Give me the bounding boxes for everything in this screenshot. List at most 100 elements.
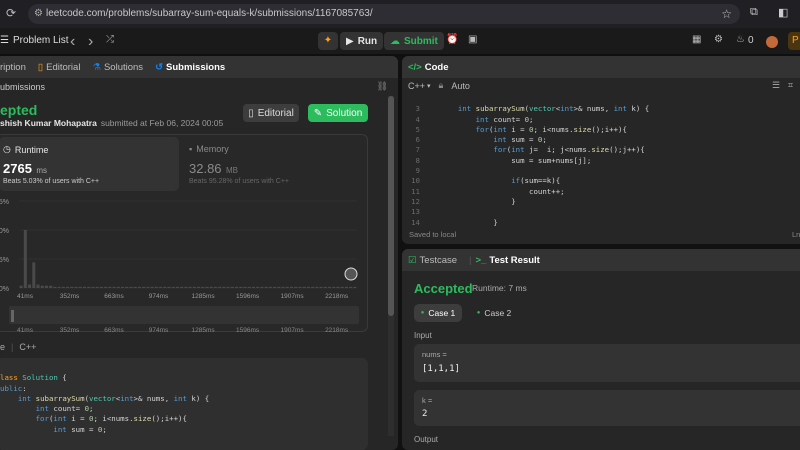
tab-testcase[interactable]: ☑ Testcase	[408, 255, 457, 266]
next-problem-icon[interactable]: ›	[88, 33, 93, 51]
code-editor[interactable]: 3 int subarraySum(vector<int>& nums, int…	[402, 94, 798, 226]
chart-bar	[137, 286, 141, 288]
test-panel: ☑ Testcase | >_ Test Result Accepted Runti…	[402, 249, 800, 450]
avatar[interactable]	[766, 36, 778, 48]
x-tick-label: 352ms	[60, 327, 80, 333]
chart-bar	[125, 286, 129, 288]
sidepanel-icon[interactable]: ◧	[778, 6, 788, 19]
bookmark-star-icon[interactable]: ☆	[721, 4, 732, 24]
status-title: epted	[0, 102, 38, 118]
chart-bar	[44, 285, 48, 288]
site-settings-icon[interactable]: ⚙	[34, 4, 43, 24]
editor-line-14: 14 }	[411, 217, 498, 227]
chart-bar	[53, 286, 57, 288]
submit-button[interactable]: ☁ Submit	[384, 32, 444, 50]
leetcode-topbar: ☰ Problem List ‹ › ⤮ ✦ ▶ Run ☁ Submit ⏰ ▣ ▦…	[0, 28, 800, 54]
code-line-1: lass Solution {	[0, 373, 67, 383]
alarm-icon[interactable]: ⏰	[446, 34, 458, 45]
chart-bar	[61, 286, 65, 288]
chart-bar	[171, 286, 175, 288]
link-icon[interactable]: ⛓	[377, 81, 388, 92]
left-scrollbar[interactable]	[388, 96, 394, 436]
y-tick-label: 50%	[0, 228, 9, 235]
chart-bar	[294, 286, 298, 288]
nums-box: nums = [1,1,1]	[414, 344, 800, 382]
shuffle-icon[interactable]: ⤮	[106, 34, 114, 45]
chart-bar	[32, 262, 36, 288]
tab-solutions[interactable]: ⚗ Solutions	[92, 62, 143, 73]
chart-bar	[306, 286, 310, 288]
chart-bar	[188, 286, 192, 288]
submitted-time: submitted at Feb 06, 2024 00:05	[100, 118, 224, 128]
x-tick-label: 1285ms	[192, 327, 216, 333]
chart-bar	[78, 286, 82, 288]
nums-value: [1,1,1]	[422, 364, 460, 374]
tab-description[interactable]: ription	[0, 62, 26, 73]
chart-bar	[243, 286, 247, 288]
chart-bar	[57, 286, 61, 288]
streak-count: 0	[748, 35, 754, 46]
settings-icon[interactable]: ⚙	[714, 34, 723, 45]
chart-bar	[121, 286, 125, 288]
note-icon[interactable]: ▣	[468, 34, 477, 45]
vertical-splitter[interactable]	[398, 56, 402, 450]
chart-bar	[159, 286, 163, 288]
chart-bar	[285, 286, 289, 288]
runtime-distribution-chart[interactable]: 75% 50% 25% 0% 41ms 41ms 352ms 352ms 663ms 663ms 9…	[0, 193, 369, 333]
problem-list-button[interactable]: ☰ Problem List	[0, 35, 69, 46]
x-tick-label: 1596ms	[236, 327, 260, 333]
run-button[interactable]: ▶ Run	[340, 32, 384, 50]
runtime-card[interactable]: ◷ Runtime 2765 ms Beats 5.03% of users wi…	[0, 137, 179, 191]
x-tick-label: 1596ms	[236, 293, 260, 300]
chart-bar	[28, 284, 32, 288]
solution-button[interactable]: ✎ Solution	[308, 104, 368, 122]
chart-bar	[332, 286, 336, 288]
extensions-icon[interactable]: ⧉	[750, 6, 758, 19]
chart-brush-handle	[11, 310, 14, 322]
bookmark-icon[interactable]: ⌗	[788, 80, 793, 91]
chart-bar	[19, 285, 23, 288]
case-1-tab[interactable]: ● Case 1	[414, 304, 462, 322]
terminal-icon: >_	[475, 254, 487, 266]
debug-button[interactable]: ✦	[318, 32, 338, 50]
editorial-button[interactable]: ▯ Editorial	[243, 104, 299, 122]
left-tabbar: ription ▯ Editorial ⚗ Solutions ↺ Submissio…	[0, 56, 398, 78]
premium-badge[interactable]: P	[788, 32, 800, 50]
tab-editorial[interactable]: ▯ Editorial	[38, 62, 81, 73]
chart-bar	[268, 286, 272, 288]
memory-card[interactable]: ▪ Memory 32.86 MB Beats 95.28% of users w…	[187, 137, 365, 191]
chart-bar	[23, 230, 27, 288]
tab-code[interactable]: </> Code	[408, 62, 449, 73]
code-panel: </> Code C++ ▾ 🔒︎ Auto ☰ ⌗ 3 int subarray…	[402, 56, 800, 244]
reload-icon[interactable]: ⟳	[6, 6, 16, 20]
chart-bar	[154, 286, 158, 288]
language-select[interactable]: C++	[408, 81, 425, 91]
prev-problem-icon[interactable]: ‹	[70, 33, 75, 51]
checkbox-icon: ☑	[408, 254, 417, 266]
editor-line-6: 6 int sum = 0;	[415, 135, 547, 145]
author-name[interactable]: shish Kumar Mohapatra	[0, 118, 97, 128]
chart-bar	[353, 286, 357, 288]
chart-bar	[336, 286, 340, 288]
k-value: 2	[422, 409, 428, 419]
case-2-tab[interactable]: ● Case 2	[470, 304, 518, 322]
chart-bar	[349, 286, 353, 288]
tab-submissions[interactable]: ↺ Submissions	[155, 62, 225, 73]
code-line-2: ublic:	[0, 383, 27, 393]
editor-line-3: 3 int subarraySum(vector<int>& nums, int…	[415, 104, 650, 114]
auto-mode[interactable]: Auto	[451, 81, 470, 91]
chart-bar	[70, 286, 74, 288]
tab-test-result[interactable]: >_ Test Result	[476, 255, 540, 266]
editor-line-8: 8 sum = sum+nums[j];	[415, 155, 592, 165]
layout-icon[interactable]: ▦	[692, 34, 701, 45]
address-bar[interactable]: ⚙ leetcode.com/problems/subarray-sum-equ…	[28, 4, 740, 24]
runtime-value: 2765	[3, 161, 32, 176]
chart-bar	[256, 286, 260, 288]
format-icon[interactable]: ☰	[772, 80, 780, 91]
chart-bar	[175, 286, 179, 288]
horizontal-splitter[interactable]	[402, 244, 800, 249]
streak-icon[interactable]: ♨	[736, 34, 745, 45]
chart-bar	[222, 286, 226, 288]
x-tick-label: 663ms	[104, 327, 124, 333]
lock-icon: 🔒︎	[438, 80, 444, 90]
